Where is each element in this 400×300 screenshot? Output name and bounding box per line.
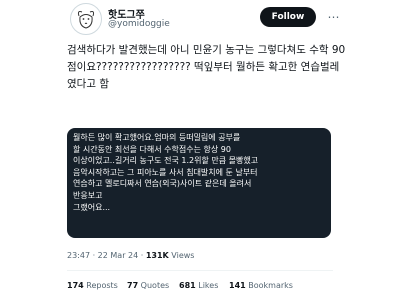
- views-count: 131K: [145, 251, 169, 260]
- likes-label: Likes: [195, 281, 219, 290]
- quotes-label: Quotes: [138, 281, 170, 290]
- media-text: 뭘하든 많이 확고했어요.엄마의 등떠밀림에 공부를 할 시간동안 최선을 다해…: [73, 132, 325, 213]
- bookmarks-label: Bookmarks: [245, 281, 293, 290]
- timestamp[interactable]: 23:47 · 22 Mar 24 ·: [67, 251, 146, 260]
- ellipsis-icon[interactable]: ⋯: [324, 8, 344, 26]
- tweet-meta: 23:47 · 22 Mar 24 · 131K Views: [67, 251, 194, 260]
- likes-count: 681: [179, 281, 196, 290]
- views-label: Views: [168, 251, 195, 260]
- bookmarks-count: 141: [229, 281, 246, 290]
- reposts-count: 174: [67, 281, 84, 290]
- quotes-count: 77: [127, 281, 139, 290]
- tweet-text-line: 였다고 함: [67, 78, 109, 90]
- bookmarks-stat[interactable]: 141 Bookmarks: [229, 281, 293, 290]
- tweet-header: 핫도그쭈 @yomidoggie Follow ⋯: [70, 0, 370, 40]
- media-text-line: 음악시작하고는 그 피아노를 사서 침대발치에 둔 날부터: [73, 167, 258, 177]
- tweet-text-line: 검색하다가 발견했는데 아니 민윤기 농구는 그렇다쳐도 수학 90: [67, 44, 346, 56]
- media-text-line: 그랬어요...: [73, 202, 111, 212]
- tweet-text: 검색하다가 발견했는데 아니 민윤기 농구는 그렇다쳐도 수학 90 점이요??…: [67, 42, 367, 93]
- tweet-text-line: 점이요????????????????? 떡잎부터 뭘하든 확고한 연습벌레: [67, 61, 340, 73]
- user-handle[interactable]: @yomidoggie: [108, 19, 170, 29]
- quotes-stat[interactable]: 77 Quotes: [127, 281, 169, 290]
- reposts-label: Reposts: [83, 281, 118, 290]
- media-text-line: 연습하고 멜로디짜서 연습(외국)사이트 같은데 올려서: [73, 179, 252, 189]
- divider: [67, 270, 333, 271]
- dog-sketch-avatar-icon: [77, 11, 95, 29]
- avatar[interactable]: [70, 3, 102, 35]
- media-text-line: 이상이었고..길거리 농구도 전국 1.2위할 만큼 몰빵했고: [73, 156, 259, 166]
- likes-stat[interactable]: 681 Likes: [179, 281, 218, 290]
- follow-button[interactable]: Follow: [260, 7, 316, 27]
- media-text-line: 반응보고: [73, 190, 103, 200]
- media-text-line: 뭘하든 많이 확고했어요.엄마의 등떠밀림에 공부를: [73, 133, 241, 142]
- media-text-line: 할 시간동안 최선을 다해서 수학점수는 항상 90: [73, 144, 231, 154]
- tweet-media-image[interactable]: 뭘하든 많이 확고했어요.엄마의 등떠밀림에 공부를 할 시간동안 최선을 다해…: [67, 128, 331, 238]
- reposts-stat[interactable]: 174 Reposts: [67, 281, 118, 290]
